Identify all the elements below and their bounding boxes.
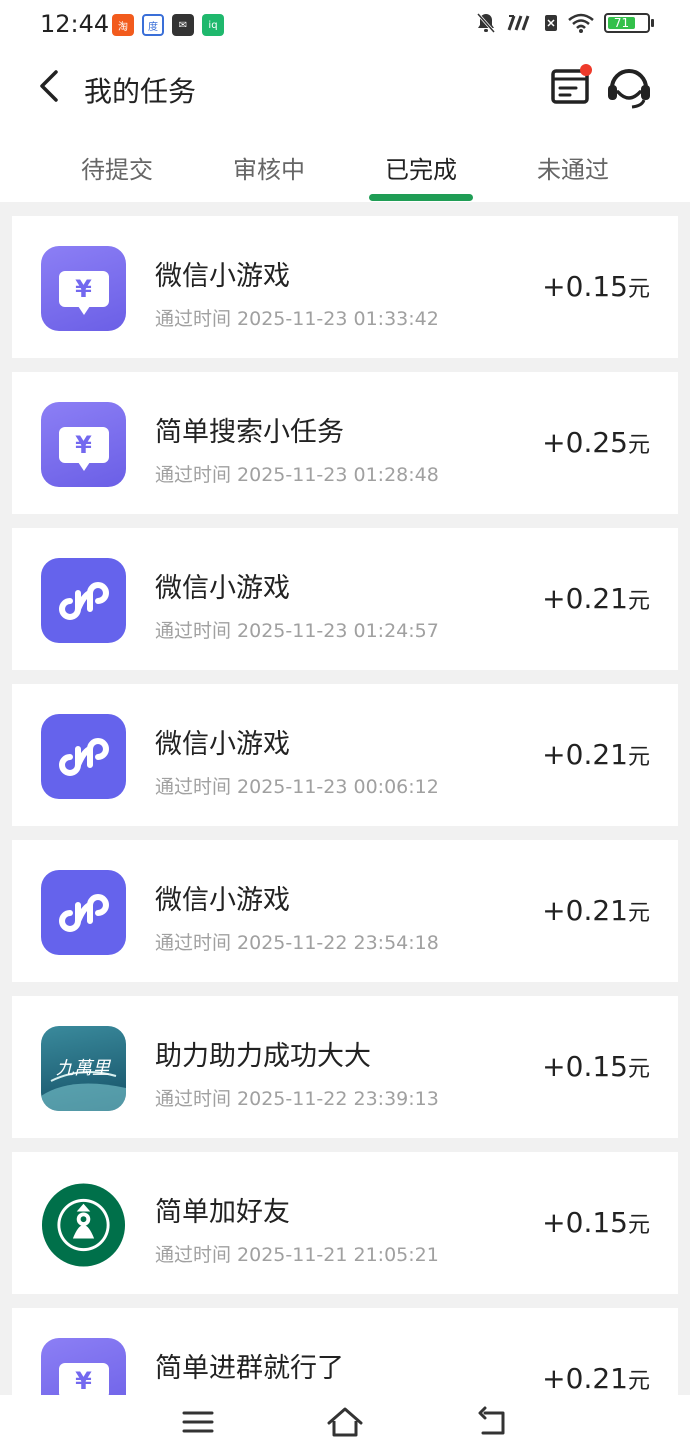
task-title: 微信小游戏	[155, 729, 290, 760]
task-title: 微信小游戏	[155, 885, 290, 916]
active-tab-indicator	[369, 194, 473, 201]
header: 我的任务	[0, 52, 690, 122]
task-title: 简单搜索小任务	[155, 417, 344, 448]
page-title: 我的任务	[84, 75, 197, 108]
task-card[interactable]: 微信小游戏 通过时间 2025-11-23 01:24:57 +0.21元	[12, 528, 678, 670]
task-reward: +0.21元	[542, 894, 650, 927]
task-approved-time: 通过时间 2025-11-23 01:33:42	[155, 308, 439, 330]
task-title: 助力助力成功大大	[155, 1041, 371, 1072]
task-approved-time: 通过时间 2025-11-22 23:54:18	[155, 932, 439, 954]
task-card[interactable]: ¥ 简单搜索小任务 通过时间 2025-11-23 01:28:48 +0.25…	[12, 372, 678, 514]
svg-text:九萬里: 九萬里	[56, 1058, 112, 1079]
home-icon[interactable]	[325, 1405, 365, 1439]
reward-unit: 元	[627, 901, 650, 926]
battery-icon: 71	[604, 13, 654, 33]
task-approved-time: 通过时间 2025-11-23 01:24:57	[155, 620, 439, 642]
mini-program-icon	[41, 558, 126, 643]
task-title: 微信小游戏	[155, 261, 290, 292]
mini-program-icon	[41, 870, 126, 955]
reward-value: +0.25	[542, 426, 628, 459]
reward-unit: 元	[627, 433, 650, 458]
menu-icon[interactable]	[178, 1405, 218, 1439]
mail-icon: ✉	[172, 14, 194, 36]
reward-unit: 元	[627, 1057, 650, 1082]
iqiyi-icon: iq	[202, 14, 224, 36]
task-reward: +0.21元	[542, 582, 650, 615]
reward-value: +0.15	[542, 270, 628, 303]
task-approved-time: 通过时间 2025-11-23 00:06:12	[155, 776, 439, 798]
back-return-icon[interactable]	[473, 1405, 513, 1439]
notification-icons: 淘 度 ✉ iq	[112, 14, 224, 36]
notification-dot	[580, 64, 592, 76]
system-nav-bar	[0, 1395, 690, 1447]
sim-icon	[545, 15, 557, 31]
task-card[interactable]: 微信小游戏 通过时间 2025-11-22 23:54:18 +0.21元	[12, 840, 678, 982]
task-card[interactable]: ¥ 微信小游戏 通过时间 2025-11-23 01:33:42 +0.15元	[12, 216, 678, 358]
status-bar: 12:44 淘 度 ✉ iq 71	[0, 0, 690, 52]
starbucks-logo	[41, 1182, 126, 1267]
task-list: ¥ 微信小游戏 通过时间 2025-11-23 01:33:42 +0.15元 …	[12, 216, 678, 1447]
task-reward: +0.21元	[542, 1362, 650, 1395]
wifi-icon	[568, 13, 594, 33]
tab-label: 待提交	[81, 156, 153, 184]
task-approved-time: 通过时间 2025-11-21 21:05:21	[155, 1244, 439, 1266]
signal-icon	[507, 15, 530, 31]
yuan-icon: ¥	[41, 402, 126, 487]
customer-service-icon[interactable]	[604, 62, 654, 112]
reward-unit: 元	[627, 1213, 650, 1238]
status-right-icons: 71	[476, 12, 654, 34]
reward-value: +0.15	[542, 1206, 628, 1239]
task-approved-time: 通过时间 2025-11-22 23:39:13	[155, 1088, 439, 1110]
mute-bell-icon	[476, 13, 496, 33]
task-reward: +0.15元	[542, 1206, 650, 1239]
tab-under-review[interactable]: 审核中	[193, 122, 345, 202]
task-approved-time: 通过时间 2025-11-23 01:28:48	[155, 464, 439, 486]
tab-pending-submit[interactable]: 待提交	[41, 122, 193, 202]
reward-value: +0.21	[542, 738, 628, 771]
tab-label: 审核中	[233, 156, 305, 184]
tab-completed[interactable]: 已完成	[345, 122, 497, 202]
task-card[interactable]: 九萬里 助力助力成功大大 通过时间 2025-11-22 23:39:13 +0…	[12, 996, 678, 1138]
tab-bar: 待提交 审核中 已完成 未通过	[0, 122, 690, 202]
reward-value: +0.21	[542, 894, 628, 927]
task-title: 微信小游戏	[155, 573, 290, 604]
status-time: 12:44	[40, 10, 110, 38]
reward-value: +0.15	[542, 1050, 628, 1083]
task-reward: +0.15元	[542, 270, 650, 303]
mini-program-icon	[41, 714, 126, 799]
task-title: 简单加好友	[155, 1197, 290, 1228]
task-reward: +0.21元	[542, 738, 650, 771]
reward-value: +0.21	[542, 582, 628, 615]
tab-label: 已完成	[385, 156, 457, 184]
back-chevron-icon[interactable]	[30, 66, 70, 106]
task-reward: +0.25元	[542, 426, 650, 459]
jiuwanli-logo: 九萬里	[41, 1026, 126, 1111]
task-card[interactable]: 微信小游戏 通过时间 2025-11-23 00:06:12 +0.21元	[12, 684, 678, 826]
tab-label: 未通过	[537, 156, 609, 184]
taobao-icon: 淘	[112, 14, 134, 36]
message-list-icon[interactable]	[548, 62, 594, 108]
yuan-icon: ¥	[41, 246, 126, 331]
task-reward: +0.15元	[542, 1050, 650, 1083]
battery-level: 71	[608, 17, 635, 29]
reward-unit: 元	[627, 589, 650, 614]
reward-unit: 元	[627, 277, 650, 302]
task-card[interactable]: 简单加好友 通过时间 2025-11-21 21:05:21 +0.15元	[12, 1152, 678, 1294]
tab-rejected[interactable]: 未通过	[497, 122, 649, 202]
task-title: 简单进群就行了	[155, 1353, 344, 1384]
reward-unit: 元	[627, 745, 650, 770]
reward-value: +0.21	[542, 1362, 628, 1395]
baidu-icon: 度	[142, 14, 164, 36]
reward-unit: 元	[627, 1369, 650, 1394]
